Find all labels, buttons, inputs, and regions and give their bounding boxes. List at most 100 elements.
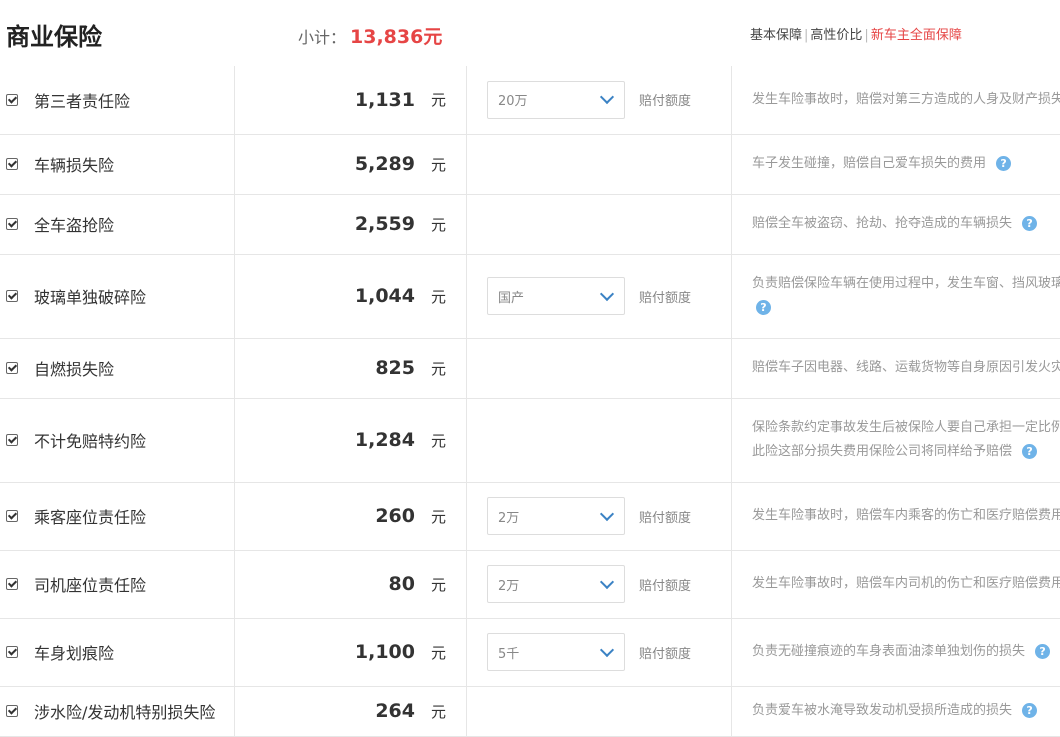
coverage-cell: 2万 赔付额度 xyxy=(467,482,732,550)
insurance-checkbox[interactable] xyxy=(6,578,18,590)
insurance-checkbox[interactable] xyxy=(6,705,18,717)
coverage-select-wrap: 20万 赔付额度 xyxy=(467,81,731,119)
insurance-checkbox[interactable] xyxy=(6,158,18,170)
premium-unit: 元 xyxy=(431,286,446,307)
premium-unit: 元 xyxy=(431,430,446,451)
coverage-select-value: 国产 xyxy=(498,287,524,306)
plan-value-link[interactable]: 高性价比 xyxy=(810,28,862,43)
page-title: 商业保险 xyxy=(6,17,102,52)
chevron-down-icon xyxy=(600,574,614,588)
insurance-row: 自燃损失险 825元 赔偿车子因电器、线路、运载货物等自身原因引发火灾 xyxy=(0,338,1060,398)
insurance-row: 第三者责任险 1,131元 20万 赔付额度 发生车险事故时，赔偿对第三方造成的… xyxy=(0,66,1060,134)
limit-label: 赔付额度 xyxy=(639,507,691,526)
premium-cell: 1,131元 xyxy=(235,66,467,134)
premium-amount: 1,100 xyxy=(355,641,415,663)
help-icon[interactable]: ? xyxy=(1022,444,1037,459)
description-text: 负责无碰撞痕迹的车身表面油漆单独划伤的损失 xyxy=(752,644,1025,659)
premium-unit: 元 xyxy=(431,574,446,595)
coverage-cell xyxy=(467,686,732,736)
premium-amount: 80 xyxy=(389,573,415,595)
coverage-select[interactable]: 5千 xyxy=(487,633,625,671)
description-cell: 发生车险事故时，赔偿车内司机的伤亡和医疗赔偿费用 xyxy=(732,550,1060,618)
premium-amount: 260 xyxy=(375,505,415,527)
name-cell: 第三者责任险 xyxy=(0,66,235,134)
coverage-cell: 2万 赔付额度 xyxy=(467,550,732,618)
coverage-select-value: 2万 xyxy=(498,507,519,526)
insurance-checkbox[interactable] xyxy=(6,362,18,374)
coverage-select[interactable]: 20万 xyxy=(487,81,625,119)
separator: | xyxy=(804,28,808,43)
description-cell: 赔偿全车被盗窃、抢劫、抢夺造成的车辆损失? xyxy=(732,194,1060,254)
coverage-select[interactable]: 2万 xyxy=(487,565,625,603)
insurance-name: 玻璃单独破碎险 xyxy=(34,288,146,307)
chevron-down-icon xyxy=(600,286,614,300)
coverage-cell xyxy=(467,398,732,482)
description-cell: 保险条款约定事故发生后被保险人要自己承担一定比例此险这部分损失费用保险公司将同样… xyxy=(732,398,1060,482)
premium-amount: 264 xyxy=(375,700,415,722)
description-cell: 发生车险事故时，赔偿车内乘客的伤亡和医疗赔偿费用 xyxy=(732,482,1060,550)
premium-cell: 1,044元 xyxy=(235,254,467,338)
coverage-select-value: 2万 xyxy=(498,575,519,594)
premium-amount: 1,284 xyxy=(355,429,415,451)
chevron-down-icon xyxy=(600,90,614,104)
insurance-checkbox[interactable] xyxy=(6,434,18,446)
help-icon[interactable]: ? xyxy=(756,300,771,315)
insurance-name: 涉水险/发动机特别损失险 xyxy=(34,703,215,722)
help-icon[interactable]: ? xyxy=(996,156,1011,171)
name-cell: 车辆损失险 xyxy=(0,134,235,194)
coverage-select[interactable]: 国产 xyxy=(487,277,625,315)
name-cell: 司机座位责任险 xyxy=(0,550,235,618)
description-cell: 负责无碰撞痕迹的车身表面油漆单独划伤的损失? xyxy=(732,618,1060,686)
subtotal: 小计：13,836元 xyxy=(298,22,442,49)
insurance-name: 自燃损失险 xyxy=(34,360,114,379)
description-text: 负责赔偿保险车辆在使用过程中，发生车窗、挡风玻璃 xyxy=(752,276,1060,291)
premium-amount: 825 xyxy=(375,357,415,379)
insurance-checkbox[interactable] xyxy=(6,94,18,106)
insurance-name: 乘客座位责任险 xyxy=(34,508,146,527)
premium-unit: 元 xyxy=(431,642,446,663)
premium-unit: 元 xyxy=(431,214,446,235)
coverage-cell: 国产 赔付额度 xyxy=(467,254,732,338)
premium-amount: 2,559 xyxy=(355,213,415,235)
description-text: 发生车险事故时，赔偿车内司机的伤亡和医疗赔偿费用 xyxy=(752,576,1060,591)
premium-cell: 1,100 元 xyxy=(235,618,467,686)
insurance-name: 全车盗抢险 xyxy=(34,216,114,235)
name-cell: 乘客座位责任险 xyxy=(0,482,235,550)
subtotal-label: 小计： xyxy=(298,28,346,47)
insurance-row: 不计免赔特约险 1,284 元 保险条款约定事故发生后被保险人要自己承担一定比例此… xyxy=(0,398,1060,482)
plan-basic-link[interactable]: 基本保障 xyxy=(750,28,802,43)
coverage-cell xyxy=(467,338,732,398)
insurance-name: 不计免赔特约险 xyxy=(34,432,146,451)
insurance-row: 车身划痕险 1,100 元 5千 赔付额度 负责无碰撞痕迹的车身表面油漆单独划伤的… xyxy=(0,618,1060,686)
plan-newcar-link[interactable]: 新车主全面保障 xyxy=(871,28,962,43)
insurance-checkbox[interactable] xyxy=(6,646,18,658)
help-icon[interactable]: ? xyxy=(1022,703,1037,718)
limit-label: 赔付额度 xyxy=(639,90,691,109)
description-cell: 负责赔偿保险车辆在使用过程中，发生车窗、挡风玻璃? xyxy=(732,254,1060,338)
insurance-name: 车身划痕险 xyxy=(34,644,114,663)
insurance-checkbox[interactable] xyxy=(6,290,18,302)
help-icon[interactable]: ? xyxy=(1022,216,1037,231)
coverage-select-value: 20万 xyxy=(498,90,528,109)
coverage-select[interactable]: 2万 xyxy=(487,497,625,535)
coverage-cell: 20万 赔付额度 xyxy=(467,66,732,134)
premium-cell: 5,289 元 xyxy=(235,134,467,194)
premium-unit: 元 xyxy=(431,89,446,110)
help-icon[interactable]: ? xyxy=(1035,644,1050,659)
insurance-row: 乘客座位责任险 260元 2万 赔付额度 发生车险事故时，赔偿车内乘客的伤亡和医… xyxy=(0,482,1060,550)
description-text: 保险条款约定事故发生后被保险人要自己承担一定比例 xyxy=(752,420,1060,435)
description-text: 赔偿车子因电器、线路、运载货物等自身原因引发火灾 xyxy=(752,360,1060,375)
subtotal-value: 13,836元 xyxy=(350,26,442,48)
description-text: 发生车险事故时，赔偿车内乘客的伤亡和医疗赔偿费用 xyxy=(752,508,1060,523)
insurance-row: 玻璃单独破碎险 1,044元 国产 赔付额度 负责赔偿保险车辆在使用过程中，发生… xyxy=(0,254,1060,338)
chevron-down-icon xyxy=(600,506,614,520)
limit-label: 赔付额度 xyxy=(639,643,691,662)
coverage-select-wrap: 国产 赔付额度 xyxy=(467,277,731,315)
section-header: 商业保险 小计：13,836元 基本保障|高性价比|新车主全面保障 xyxy=(0,0,1060,66)
insurance-checkbox[interactable] xyxy=(6,218,18,230)
premium-unit: 元 xyxy=(431,154,446,175)
premium-amount: 5,289 xyxy=(355,153,415,175)
name-cell: 涉水险/发动机特别损失险 xyxy=(0,686,235,736)
description-cell: 发生车险事故时，赔偿对第三方造成的人身及财产损失 xyxy=(732,66,1060,134)
insurance-checkbox[interactable] xyxy=(6,510,18,522)
